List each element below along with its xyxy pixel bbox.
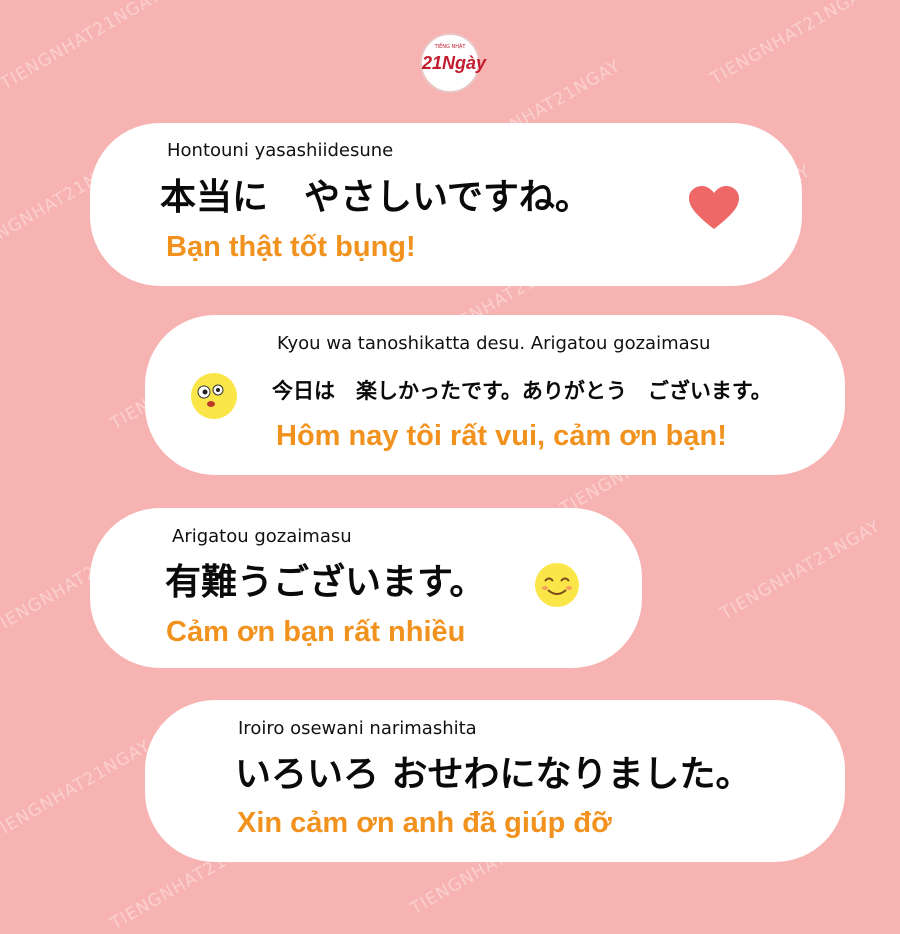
- watermark: TIENGNHAT21NGAY: [717, 515, 885, 625]
- logo-text: 21Ngày: [422, 53, 487, 73]
- smiling-face-icon: [535, 563, 579, 607]
- romaji-text: Arigatou gozaimasu: [172, 526, 352, 547]
- vietnamese-translation: Bạn thật tốt bụng!: [166, 231, 416, 263]
- speech-bubble-3: Arigatou gozaimasu 有難うございます。 Cảm ơn bạn …: [90, 508, 642, 668]
- japanese-text: 本当に やさしいですね。: [160, 177, 591, 218]
- watermark: TIENGNHAT21NGAY: [0, 0, 165, 95]
- vietnamese-translation: Cảm ơn bạn rất nhiều: [166, 616, 466, 648]
- logo-tagline: TIẾNG NHẬT: [434, 44, 466, 50]
- romaji-text: Hontouni yasashiidesune: [167, 140, 394, 161]
- speech-bubble-4: Iroiro osewani narimashita いろいろ おせわになりまし…: [145, 700, 845, 862]
- japanese-text: いろいろ おせわになりました。: [235, 754, 752, 795]
- speech-bubble-1: Hontouni yasashiidesune 本当に やさしいですね。 Bạn…: [90, 123, 802, 286]
- watermark: TIENGNHAT21NGAY: [707, 0, 875, 90]
- speech-bubble-2: Kyou wa tanoshikatta desu. Arigatou goza…: [145, 315, 845, 475]
- surprised-face-icon: [191, 373, 237, 419]
- brand-logo: TIẾNG NHẬT 21Ngày: [420, 33, 487, 93]
- vietnamese-translation: Hôm nay tôi rất vui, cảm ơn bạn!: [276, 420, 727, 452]
- watermark: TIENGNHAT21NGAY: [0, 735, 155, 845]
- vietnamese-translation: Xin cảm ơn anh đã giúp đỡ: [237, 807, 612, 839]
- romaji-text: Iroiro osewani narimashita: [238, 718, 477, 739]
- japanese-text: 有難うございます。: [165, 562, 486, 603]
- romaji-text: Kyou wa tanoshikatta desu. Arigatou goza…: [277, 333, 711, 354]
- heart-icon: [689, 186, 739, 229]
- japanese-text: 今日は 楽しかったです。ありがとう ございます。: [272, 379, 772, 403]
